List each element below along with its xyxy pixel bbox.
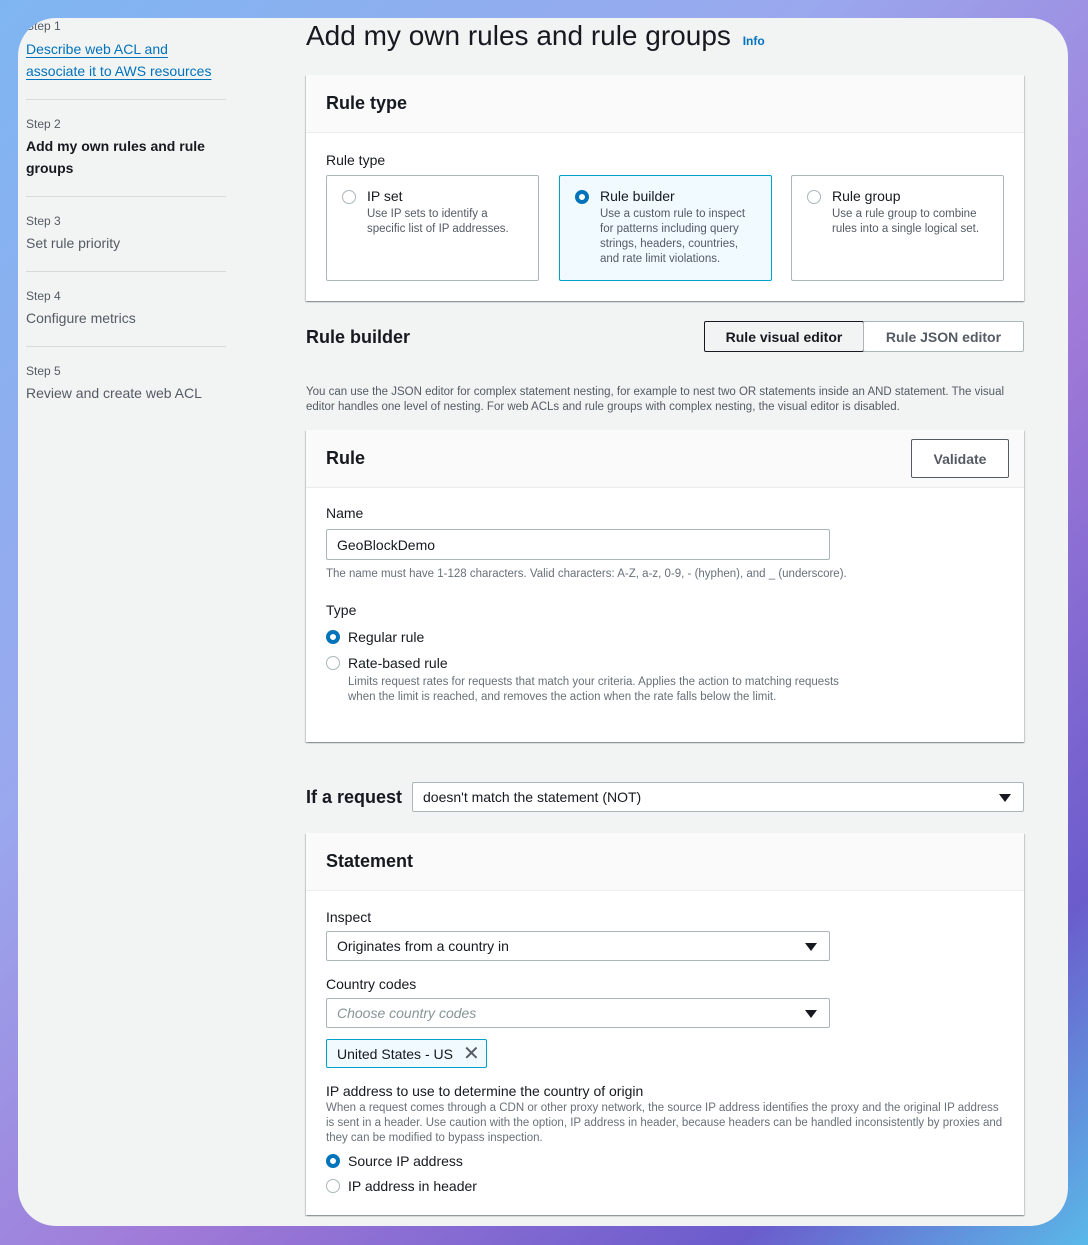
- type-rate-based-rule[interactable]: Rate-based rule: [326, 655, 448, 671]
- radio-rate-based-rule[interactable]: [326, 656, 340, 670]
- tile-ip-set[interactable]: IP set Use IP sets to identify a specifi…: [326, 175, 539, 281]
- ip-origin-description: When a request comes through a CDN or ot…: [326, 1102, 1003, 1144]
- radio-ip-header[interactable]: [326, 1179, 340, 1193]
- country-token: United States - US ✕: [326, 1039, 487, 1068]
- rule-type-header: Rule type: [306, 75, 1024, 133]
- ip-source-option[interactable]: Source IP address: [326, 1153, 463, 1169]
- divider: [26, 271, 226, 272]
- wizard-window: Step 1 Describe web ACL and associate it…: [18, 18, 1068, 1226]
- rule-json-editor-tab[interactable]: Rule JSON editor: [863, 321, 1024, 352]
- step-4-number: Step 4: [26, 289, 61, 303]
- caret-down-icon: [805, 943, 817, 951]
- divider: [26, 196, 226, 197]
- page-title: Add my own rules and rule groups Info: [306, 20, 765, 51]
- ip-header-option[interactable]: IP address in header: [326, 1178, 477, 1194]
- country-codes-select[interactable]: Choose country codes: [326, 998, 830, 1028]
- name-label: Name: [326, 505, 364, 521]
- if-request-select[interactable]: doesn't match the statement (NOT): [412, 782, 1024, 812]
- step-3-label: Set rule priority: [26, 235, 121, 251]
- rule-type-label: Rule type: [326, 152, 386, 168]
- inspect-select[interactable]: Originates from a country in: [326, 931, 830, 961]
- name-hint: The name must have 1-128 characters. Val…: [326, 568, 847, 580]
- step-4-label: Configure metrics: [26, 310, 136, 326]
- step-1-link[interactable]: Describe web ACL and associate it to AWS…: [26, 38, 211, 82]
- rule-visual-editor-tab[interactable]: Rule visual editor: [704, 321, 864, 352]
- close-icon[interactable]: ✕: [463, 1044, 480, 1064]
- radio-rule-group[interactable]: [807, 190, 821, 204]
- radio-ip-set[interactable]: [342, 190, 356, 204]
- step-2-number: Step 2: [26, 117, 61, 131]
- if-request-label: If a request: [306, 787, 403, 807]
- type-regular-rule[interactable]: Regular rule: [326, 629, 424, 645]
- radio-source-ip[interactable]: [326, 1154, 340, 1168]
- country-codes-label: Country codes: [326, 976, 417, 992]
- info-link[interactable]: Info: [743, 34, 765, 48]
- inspect-label: Inspect: [326, 909, 372, 925]
- rule-builder-description: You can use the JSON editor for complex …: [306, 386, 1005, 413]
- validate-button[interactable]: Validate: [911, 439, 1009, 478]
- caret-down-icon: [805, 1010, 817, 1018]
- caret-down-icon: [999, 794, 1011, 802]
- divider: [26, 99, 226, 100]
- statement-header: Statement: [306, 833, 1024, 891]
- tile-rule-group[interactable]: Rule group Use a rule group to combine r…: [791, 175, 1004, 281]
- step-1-number: Step 1: [26, 19, 61, 33]
- ip-origin-label: IP address to use to determine the count…: [326, 1083, 644, 1099]
- type-label: Type: [326, 602, 357, 618]
- step-3-number: Step 3: [26, 214, 61, 228]
- tile-rule-builder[interactable]: Rule builder Use a custom rule to inspec…: [559, 175, 772, 281]
- rule-builder-title: Rule builder: [306, 327, 411, 347]
- radio-regular-rule[interactable]: [326, 630, 340, 644]
- name-input[interactable]: GeoBlockDemo: [326, 529, 830, 560]
- radio-rule-builder[interactable]: [575, 190, 589, 204]
- rate-based-description: Limits request rates for requests that m…: [348, 676, 839, 703]
- step-5-number: Step 5: [26, 364, 61, 378]
- step-2-current: Add my own rules and rule groups: [26, 138, 205, 176]
- divider: [26, 346, 226, 347]
- step-5-label: Review and create web ACL: [26, 385, 202, 401]
